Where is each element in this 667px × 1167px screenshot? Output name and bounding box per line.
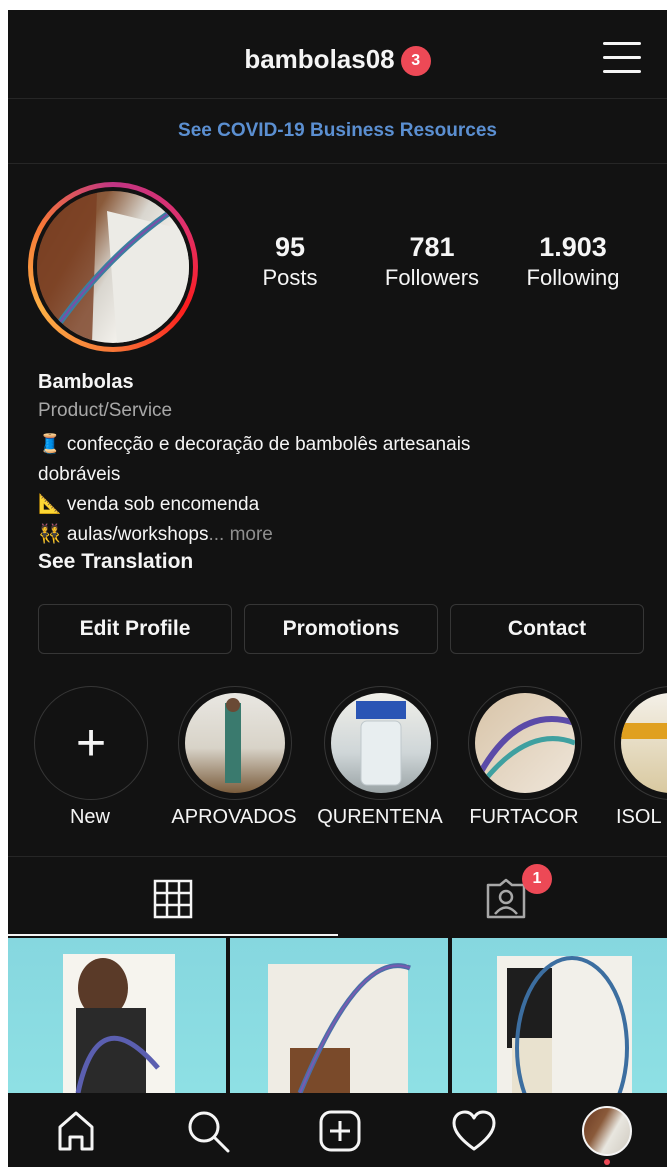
promotions-button[interactable]: Promotions — [244, 604, 438, 654]
grid-icon — [153, 879, 193, 919]
bio-line: dobráveis — [38, 464, 121, 485]
profile-avatar-icon[interactable] — [582, 1106, 632, 1156]
active-tab-indicator — [8, 934, 338, 936]
username-title: bambolas08 — [244, 44, 395, 74]
profile-bio: 🧵 confecção e decoração de bambolês arte… — [38, 430, 638, 550]
contact-button[interactable]: Contact — [450, 604, 644, 654]
search-icon[interactable] — [184, 1107, 232, 1155]
profile-category: Product/Service — [38, 400, 173, 421]
bio-more-link[interactable]: ... more — [208, 524, 272, 545]
posts-count: 95 — [274, 232, 306, 262]
following-label: Following — [526, 265, 620, 290]
highlight-label: APROVADOS — [171, 806, 297, 828]
followers-stat[interactable]: 781 Followers — [367, 232, 497, 291]
plus-icon: + — [75, 714, 107, 772]
new-highlight-button[interactable]: + — [34, 686, 148, 800]
tab-tagged[interactable] — [338, 857, 667, 937]
following-stat[interactable]: 1.903 Following — [508, 232, 638, 291]
post-thumbnail[interactable] — [452, 938, 667, 1093]
top-header: bambolas08 3 — [8, 10, 667, 99]
see-translation-link[interactable]: See Translation — [38, 550, 193, 574]
avatar-photo — [37, 191, 189, 343]
highlight-label: New — [69, 806, 110, 828]
active-tab-dot — [604, 1159, 610, 1165]
notification-badge: 3 — [400, 46, 431, 76]
bio-line-text: 👯 aulas/workshops — [38, 524, 209, 545]
highlight-label: ISOL — [616, 806, 662, 828]
bio-line: 🧵 confecção e decoração de bambolês arte… — [38, 434, 471, 455]
bottom-navigation — [8, 1093, 667, 1167]
post-thumbnail[interactable] — [8, 938, 226, 1093]
edit-profile-button[interactable]: Edit Profile — [38, 604, 232, 654]
highlight-isol[interactable] — [614, 686, 667, 800]
tagged-person-icon — [486, 878, 526, 919]
profile-tabs — [8, 856, 667, 939]
highlight-label: QURENTENA — [317, 806, 443, 828]
home-icon[interactable] — [52, 1107, 100, 1155]
posts-grid — [8, 938, 667, 1093]
bio-line: 👯 aulas/workshops... more — [38, 520, 638, 550]
followers-count: 781 — [409, 232, 455, 262]
hamburger-menu-icon[interactable] — [603, 40, 641, 74]
bio-line: 📐 venda sob encomenda — [38, 494, 260, 515]
highlight-furtacor[interactable] — [468, 686, 582, 800]
tab-posts-grid[interactable] — [8, 857, 338, 937]
posts-stat[interactable]: 95 Posts — [225, 232, 355, 291]
highlight-qurentena[interactable] — [324, 686, 438, 800]
heart-icon[interactable] — [450, 1107, 498, 1155]
followers-label: Followers — [384, 265, 480, 290]
post-thumbnail[interactable] — [230, 938, 448, 1093]
profile-name: Bambolas — [38, 371, 134, 393]
highlight-label: FURTACOR — [469, 806, 579, 828]
account-switcher[interactable]: bambolas08 3 — [8, 44, 667, 76]
profile-avatar[interactable] — [28, 182, 198, 352]
covid-resources-link[interactable]: See COVID-19 Business Resources — [8, 99, 667, 164]
following-count: 1.903 — [539, 232, 607, 262]
posts-label: Posts — [262, 265, 318, 290]
instagram-profile-screen: bambolas08 3 See COVID-19 Business Resour… — [8, 10, 667, 1167]
highlight-aprovados[interactable] — [178, 686, 292, 800]
tagged-badge: 1 — [522, 864, 552, 894]
plus-square-icon[interactable] — [316, 1107, 364, 1155]
